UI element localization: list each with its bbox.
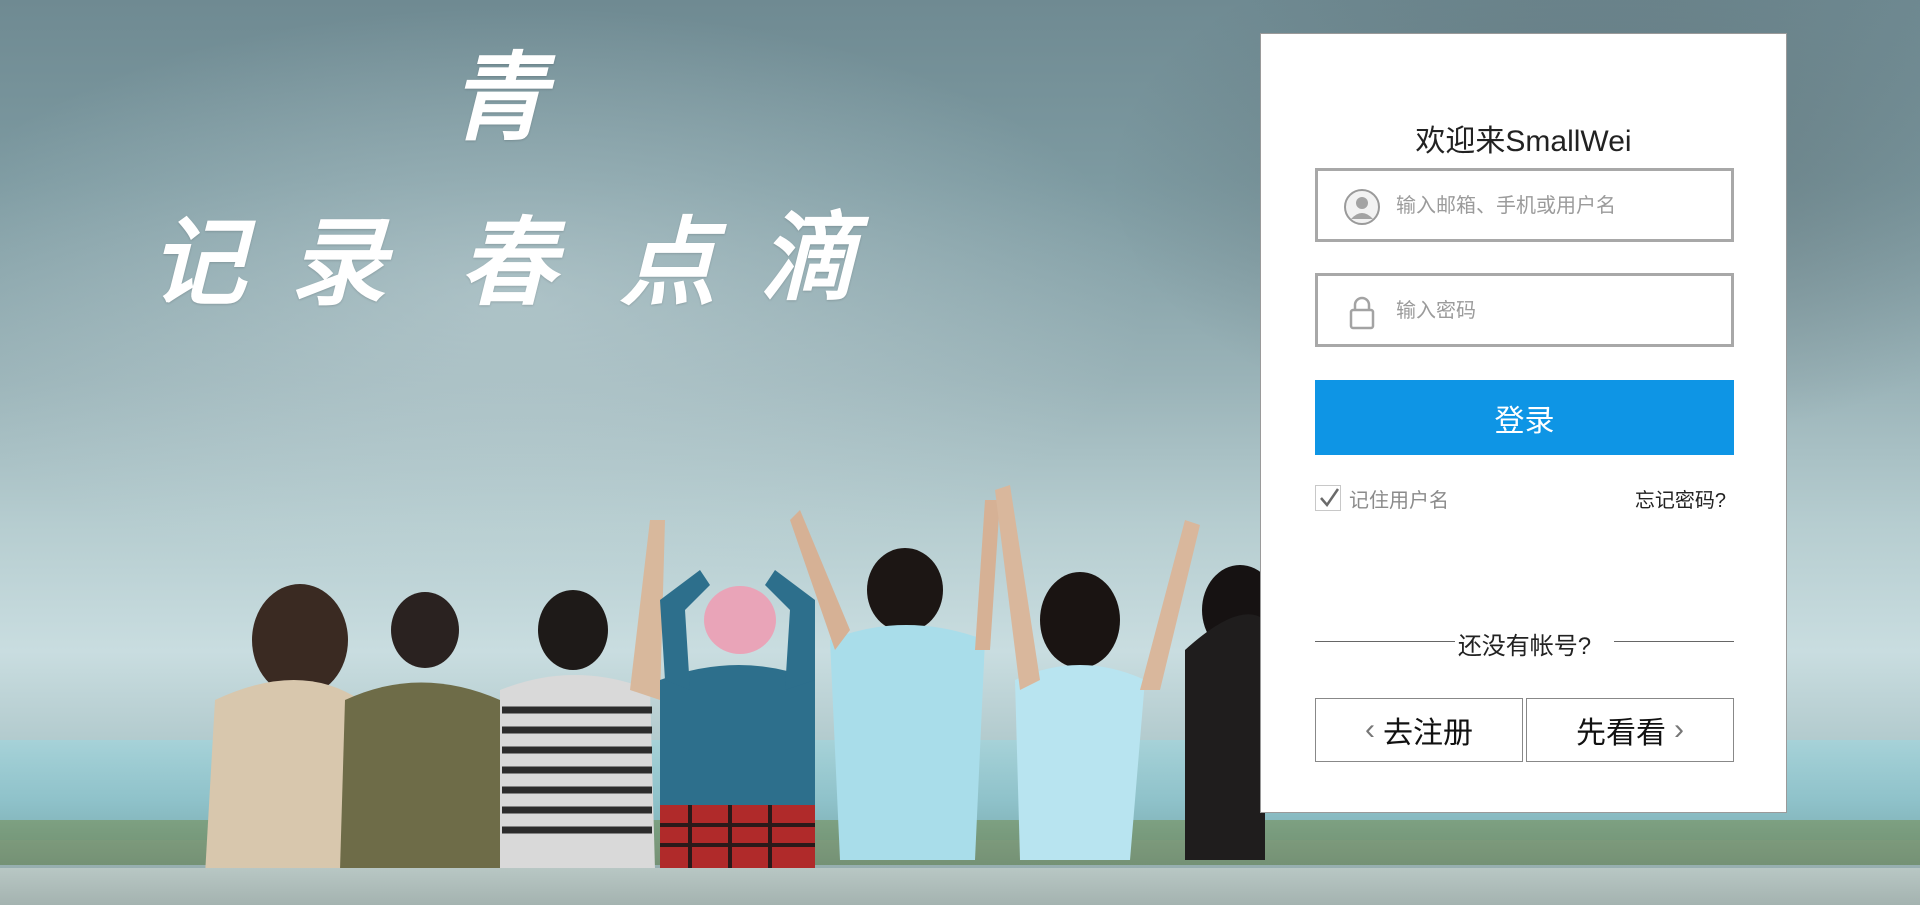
no-account-text: 还没有帐号? [1457,633,1592,660]
password-field[interactable] [1315,273,1734,347]
username-field[interactable] [1315,168,1734,242]
login-page: 青 记 录 春 点 滴 欢迎来SmallWei 登录 [0,0,1920,905]
login-button[interactable]: 登录 [1315,380,1734,455]
calligraphy-char: 录 [290,206,386,319]
register-button-label: 去注册 [1383,717,1473,750]
password-input[interactable] [1394,288,1718,334]
register-button[interactable]: ‹ 去注册 [1315,698,1523,762]
preview-button-label: 先看看 [1576,717,1666,750]
login-title: 欢迎来SmallWei [1415,125,1632,158]
no-account-divider: 还没有帐号? [1315,624,1734,660]
calligraphy-char: 青 [450,41,546,154]
calligraphy-char: 点 [620,206,716,319]
username-input[interactable] [1394,183,1718,229]
user-icon [1344,189,1380,225]
background-wall [0,868,1920,905]
chevron-right-icon: › [1674,713,1684,746]
login-panel: 欢迎来SmallWei 登录 记住用户名 [1260,33,1787,813]
preview-button[interactable]: 先看看 › [1526,698,1734,762]
lock-icon [1349,296,1375,330]
calligraphy-char: 记 [150,206,246,319]
checkmark-icon [1320,488,1340,508]
remember-label: 记住用户名 [1349,489,1449,512]
calligraphy-slogan: 青 记 录 春 点 滴 [150,50,890,340]
remember-checkbox[interactable] [1315,485,1341,511]
forgot-password-link[interactable]: 忘记密码? [1635,484,1726,513]
calligraphy-char: 滴 [760,201,856,314]
calligraphy-char: 春 [460,206,556,319]
remember-username-toggle[interactable]: 记住用户名 [1315,482,1449,514]
chevron-left-icon: ‹ [1365,713,1375,746]
